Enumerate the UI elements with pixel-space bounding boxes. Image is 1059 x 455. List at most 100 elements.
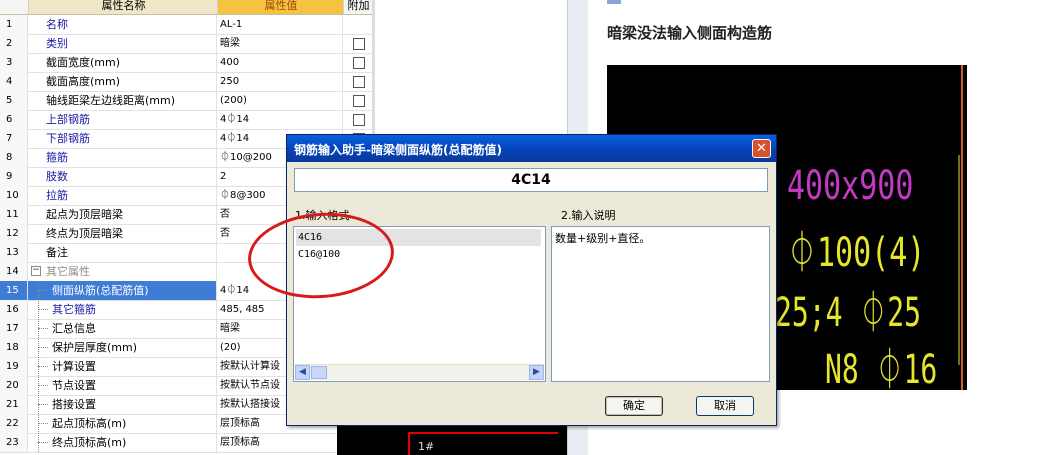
horizontal-scrollbar[interactable]: ◀ ▶ xyxy=(295,364,544,380)
property-name-text: 汇总信息 xyxy=(52,322,96,335)
property-name-text: 备注 xyxy=(46,246,68,259)
ok-button[interactable]: 确定 xyxy=(605,396,663,416)
property-name[interactable]: 截面宽度(mm) xyxy=(28,53,217,72)
property-name-text: 节点设置 xyxy=(52,379,96,392)
property-name[interactable]: 其它箍筋 xyxy=(28,300,217,319)
property-name[interactable]: 下部钢筋 xyxy=(28,129,217,148)
cancel-button[interactable]: 取消 xyxy=(696,396,754,416)
row-number: 14 xyxy=(0,262,28,281)
property-value[interactable]: 层顶标高 xyxy=(217,433,343,452)
attach-checkbox[interactable] xyxy=(353,95,365,107)
dialog-title: 钢筋输入助手-暗梁侧面纵筋(总配筋值) xyxy=(294,143,502,157)
cad-side-rebar-text: N8 ⏀16 xyxy=(825,347,938,390)
formula-input[interactable]: 4C14 xyxy=(294,168,768,192)
row-number: 10 xyxy=(0,186,28,205)
header-property-name[interactable]: 属性名称 xyxy=(28,0,218,15)
row-number: 18 xyxy=(0,338,28,357)
property-name[interactable]: 保护层厚度(mm) xyxy=(28,338,217,357)
property-name-text: 起点顶标高(m) xyxy=(52,417,127,430)
property-value[interactable]: 250 xyxy=(217,72,343,91)
property-name[interactable]: 轴线距梁左边线距离(mm) xyxy=(28,91,217,110)
property-name-text: 肢数 xyxy=(46,170,68,183)
property-name[interactable]: 拉筋 xyxy=(28,186,217,205)
property-value[interactable]: AL-1 xyxy=(217,15,343,34)
grid-row[interactable]: 23 终点顶标高(m) 层顶标高 xyxy=(0,433,372,453)
property-name[interactable]: 起点为顶层暗梁 xyxy=(28,205,217,224)
property-value[interactable]: 400 xyxy=(217,53,343,72)
article-top-icon xyxy=(607,0,621,4)
header-attach[interactable]: 附加 xyxy=(343,0,373,15)
property-name-text: 终点为顶层暗梁 xyxy=(46,227,123,240)
property-name[interactable]: 搭接设置 xyxy=(28,395,217,414)
tree-vertical-line xyxy=(38,281,40,452)
property-name[interactable]: 备注 xyxy=(28,243,217,262)
drawing-red-line-vertical xyxy=(408,432,410,455)
attach-checkbox[interactable] xyxy=(353,57,365,69)
attach-cell xyxy=(343,34,372,53)
property-name[interactable]: 计算设置 xyxy=(28,357,217,376)
property-name-text: 上部钢筋 xyxy=(46,113,90,126)
property-name[interactable]: 类别 xyxy=(28,34,217,53)
row-number: 20 xyxy=(0,376,28,395)
row-number: 21 xyxy=(0,395,28,414)
row-number: 5 xyxy=(0,91,28,110)
header-property-value[interactable]: 属性值 xyxy=(217,0,344,15)
scroll-left-icon[interactable]: ◀ xyxy=(295,365,310,380)
property-name-text: 其它属性 xyxy=(46,265,90,278)
property-value[interactable]: 4⏀14 xyxy=(217,110,343,129)
drawing-red-line xyxy=(408,432,558,434)
row-number: 13 xyxy=(0,243,28,262)
scroll-right-icon[interactable]: ▶ xyxy=(529,365,544,380)
property-value[interactable]: 暗梁 xyxy=(217,34,343,53)
property-name[interactable]: 箍筋 xyxy=(28,148,217,167)
description-box: 数量+级别+直径。 xyxy=(551,226,770,382)
property-name-text: 起点为顶层暗梁 xyxy=(46,208,123,221)
attach-cell xyxy=(343,15,372,34)
property-name[interactable]: 节点设置 xyxy=(28,376,217,395)
grid-row[interactable]: 1 名称 AL-1 xyxy=(0,15,372,35)
cad-dim-text: 400x900 xyxy=(787,163,914,209)
property-name[interactable]: 终点顶标高(m) xyxy=(28,433,217,452)
property-name[interactable]: 上部钢筋 xyxy=(28,110,217,129)
grid-row[interactable]: 5 轴线距梁左边线距离(mm) (200) xyxy=(0,91,372,111)
property-name[interactable]: 名称 xyxy=(28,15,217,34)
collapse-icon[interactable]: − xyxy=(31,266,41,276)
grid-row[interactable]: 4 截面高度(mm) 250 xyxy=(0,72,372,92)
row-number: 8 xyxy=(0,148,28,167)
row-number: 23 xyxy=(0,433,28,452)
row-number: 3 xyxy=(0,53,28,72)
grid-row[interactable]: 3 截面宽度(mm) 400 xyxy=(0,53,372,73)
close-button[interactable]: ✕ xyxy=(752,139,771,158)
attach-checkbox[interactable] xyxy=(353,76,365,88)
row-number: 12 xyxy=(0,224,28,243)
property-name-text: 搭接设置 xyxy=(52,398,96,411)
dialog-title-bar[interactable]: 钢筋输入助手-暗梁侧面纵筋(总配筋值) ✕ xyxy=(287,135,776,162)
property-name-text: 下部钢筋 xyxy=(46,132,90,145)
grid-row[interactable]: 2 类别 暗梁 xyxy=(0,34,372,54)
row-number: 7 xyxy=(0,129,28,148)
property-name[interactable]: 起点顶标高(m) xyxy=(28,414,217,433)
property-name-text: 保护层厚度(mm) xyxy=(52,341,138,354)
row-number: 19 xyxy=(0,357,28,376)
row-number: 15 xyxy=(0,281,28,300)
property-name[interactable]: 汇总信息 xyxy=(28,319,217,338)
drawing-label: 1# xyxy=(418,440,435,453)
row-number: 16 xyxy=(0,300,28,319)
property-name[interactable]: 侧面纵筋(总配筋值) xyxy=(28,281,217,300)
property-name[interactable]: 终点为顶层暗梁 xyxy=(28,224,217,243)
property-name-text: 终点顶标高(m) xyxy=(52,436,127,449)
property-name[interactable]: 截面高度(mm) xyxy=(28,72,217,91)
property-name[interactable]: 其它属性 − xyxy=(28,262,217,281)
property-value[interactable]: (200) xyxy=(217,91,343,110)
panel-divider xyxy=(372,0,375,140)
property-name-text: 其它箍筋 xyxy=(52,303,96,316)
property-name-text: 截面宽度(mm) xyxy=(46,56,121,69)
property-name-text: 拉筋 xyxy=(46,189,68,202)
grid-row[interactable]: 6 上部钢筋 4⏀14 xyxy=(0,110,372,130)
property-name-text: 名称 xyxy=(46,18,68,31)
attach-checkbox[interactable] xyxy=(353,38,365,50)
property-name-text: 截面高度(mm) xyxy=(46,75,121,88)
attach-checkbox[interactable] xyxy=(353,114,365,126)
property-name[interactable]: 肢数 xyxy=(28,167,217,186)
scroll-thumb[interactable] xyxy=(311,366,327,379)
